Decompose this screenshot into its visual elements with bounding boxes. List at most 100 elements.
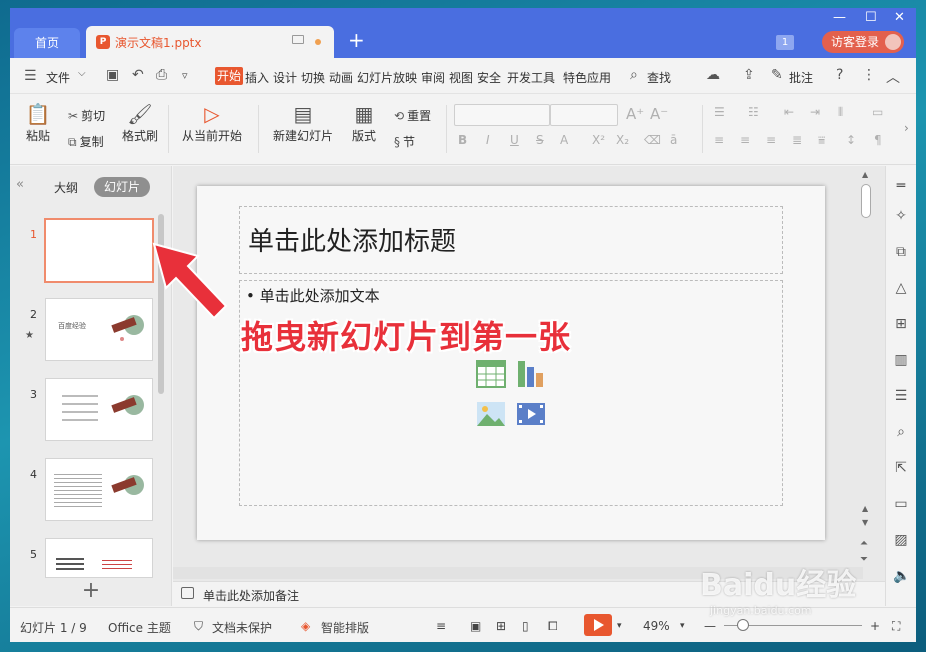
menu-tab-slideshow[interactable]: 幻灯片放映 [357,69,417,86]
shapes-icon[interactable]: △ [893,280,909,296]
thumbnail-slide-1[interactable] [44,218,154,283]
print-icon[interactable]: ⎙ [156,67,167,83]
add-slide-button[interactable]: + [10,576,172,606]
insert-chart-icon[interactable] [516,359,546,389]
window-count-badge[interactable]: 1 [776,35,794,50]
line-spacing-icon[interactable]: ↕ [846,133,856,147]
previous-slide-icon[interactable]: ⏶ [860,538,868,549]
document-search-icon[interactable]: ⌕ [893,424,909,440]
decrease-font-icon[interactable]: A⁻ [650,105,668,123]
columns-icon[interactable]: ▭ [872,105,883,119]
undo-icon[interactable]: ↶ [132,67,144,83]
drag-handle-icon[interactable]: ═ [893,178,909,194]
help-icon[interactable]: ? [836,67,843,83]
reading-view-icon[interactable]: ▯ [522,619,529,633]
scrollbar-thumb[interactable] [861,184,871,218]
insert-picture-icon[interactable] [476,399,506,429]
insert-video-icon[interactable] [516,399,546,429]
ribbon-scroll-right-icon[interactable]: › [904,121,909,135]
grid-icon[interactable]: ⊞ [893,316,909,332]
image-icon[interactable]: ▨ [893,532,909,548]
tab-outline[interactable]: 大纲 [54,179,78,196]
distribute-icon[interactable]: ⩸ [818,133,825,148]
font-size-select[interactable] [550,104,618,126]
menu-tab-design[interactable]: 设计 [273,69,297,86]
cloud-icon[interactable]: ☁ [706,67,720,83]
monitor-icon[interactable] [292,35,304,44]
thumbnail-slide-3[interactable] [45,378,153,441]
save-icon[interactable]: ▣ [106,67,119,83]
export-icon[interactable]: ⇱ [893,460,909,476]
tab-home[interactable]: 首页 [14,28,80,58]
maximize-button[interactable]: ☐ [865,10,877,25]
zoom-out-button[interactable]: — [704,619,716,633]
text-direction-icon[interactable]: ⫴ [838,105,843,120]
italic-icon[interactable]: I [486,133,490,147]
copy-button[interactable]: ⧉ 复制 [68,133,104,150]
underline-icon[interactable]: U [510,133,519,147]
menu-tab-animation[interactable]: 动画 [329,69,353,86]
paste-button[interactable]: 📋 粘贴 [20,101,56,144]
share-icon[interactable]: ⇪ [743,67,755,83]
thumbnail-slide-4[interactable] [45,458,153,521]
chart-icon[interactable]: ▥ [893,352,909,368]
menu-tab-home[interactable]: 开始 [215,67,244,85]
close-button[interactable]: ✕ [894,10,905,25]
zoom-in-button[interactable]: + [870,619,880,633]
menu-tab-insert[interactable]: 插入 [245,69,269,86]
editor-vertical-scrollbar[interactable]: ▲ ▲ ▼ ⏶ ⏷ [860,170,872,570]
menu-tab-features[interactable]: 特色应用 [563,69,611,86]
fit-window-icon[interactable]: ⛶ [892,619,900,634]
menu-tab-security[interactable]: 安全 [477,69,501,86]
reset-button[interactable]: ⟲ 重置 [394,107,431,124]
speaker-icon[interactable]: 🔈 [893,568,910,584]
menu-tab-review[interactable]: 审阅 [421,69,445,86]
scroll-down-icon[interactable]: ▼ [862,518,868,527]
superscript-icon[interactable]: X² [592,133,605,147]
zoom-dropdown-icon[interactable]: ▾ [680,621,685,631]
menu-tab-transition[interactable]: 切换 [301,69,325,86]
settings-sliders-icon[interactable]: ☰ [893,388,909,404]
theme-name[interactable]: Office 主题 [108,619,171,636]
menu-file[interactable]: 文件 [46,69,70,86]
scroll-up-icon[interactable]: ▲ [862,170,868,179]
play-from-current-button[interactable]: ▷ 从当前开始 [176,101,248,144]
zoom-level[interactable]: 49% [643,619,670,633]
hamburger-icon[interactable]: ☰ [24,68,37,84]
login-button[interactable]: 访客登录 [822,31,904,53]
more-dropdown-icon[interactable]: ▿ [182,69,188,82]
new-slide-button[interactable]: ▤ 新建幻灯片 [266,101,340,144]
strikethrough-icon[interactable]: S [536,133,544,147]
chevron-down-icon[interactable]: ⌵ [78,68,86,79]
subscript-icon[interactable]: X₂ [616,133,629,147]
tab-document[interactable]: P 演示文稿1.pptx [86,26,334,58]
new-tab-button[interactable]: + [348,28,365,52]
slide-sorter-icon[interactable]: ⊞ [496,619,506,633]
outdent-icon[interactable]: ⇤ [784,105,794,119]
collapse-panel-icon[interactable]: « [16,177,24,192]
thumbnail-slide-5[interactable] [45,538,153,578]
play-options-chevron-icon[interactable]: ▾ [617,621,622,631]
text-effect-icon[interactable]: ā [670,133,677,147]
scroll-up-icon[interactable]: ▲ [862,504,868,513]
format-painter-button[interactable]: 🖌 格式刷 [118,101,162,144]
smart-layout-button[interactable]: 智能排版 [321,619,369,636]
insert-table-icon[interactable] [476,359,506,389]
notes-toggle-icon[interactable]: ≡ [436,619,446,633]
paragraph-icon[interactable]: ¶ [874,133,882,147]
indent-icon[interactable]: ⇥ [810,105,820,119]
menu-tab-view[interactable]: 视图 [449,69,473,86]
align-right-icon[interactable]: ≡ [766,133,776,147]
star-tool-icon[interactable]: ✧ [893,208,909,224]
search-label[interactable]: 查找 [647,69,671,86]
title-placeholder[interactable]: 单击此处添加标题 [239,206,783,274]
comment-icon[interactable]: ✎ [771,67,783,83]
numbered-list-icon[interactable]: ☷ [748,105,759,119]
minimize-button[interactable]: — [833,10,846,25]
more-icon[interactable]: ⋮ [862,67,876,83]
collapse-ribbon-icon[interactable]: ︿ [886,67,900,87]
document-protection[interactable]: 文档未保护 [212,619,272,636]
bold-icon[interactable]: B [458,133,467,147]
annotate-button[interactable]: 批注 [789,69,813,86]
cut-button[interactable]: ✂ 剪切 [68,107,105,124]
